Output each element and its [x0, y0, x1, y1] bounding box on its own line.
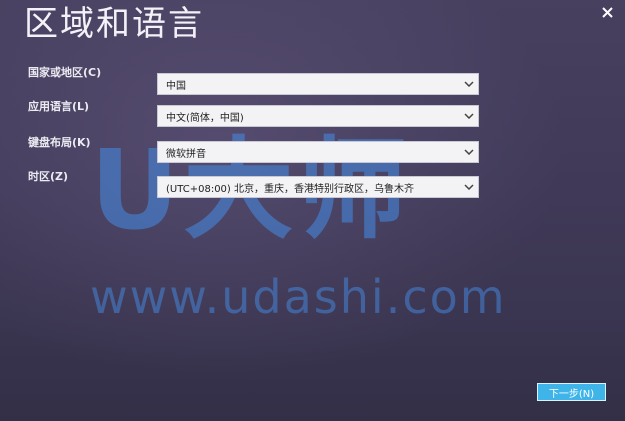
timezone-select[interactable]: (UTC+08:00) 北京，重庆，香港特别行政区，乌鲁木齐	[157, 176, 479, 198]
close-icon	[601, 6, 613, 18]
next-button[interactable]: 下一步(N)	[537, 383, 606, 401]
timezone-label: 时区(Z)	[28, 170, 69, 183]
country-select[interactable]: 中国	[157, 73, 479, 95]
keyboard-select[interactable]: 微软拼音	[157, 141, 479, 163]
app-language-label: 应用语言(L)	[28, 100, 90, 113]
keyboard-label: 键盘布局(K)	[28, 136, 91, 149]
app-language-value: 中文(简体，中国)	[166, 112, 244, 124]
timezone-value: (UTC+08:00) 北京，重庆，香港特别行政区，乌鲁木齐	[166, 183, 415, 195]
watermark-url: www.udashi.com	[90, 270, 507, 324]
chevron-down-icon	[460, 149, 478, 155]
app-language-select[interactable]: 中文(简体，中国)	[157, 105, 479, 127]
chevron-down-icon	[460, 113, 478, 119]
keyboard-value: 微软拼音	[166, 148, 206, 160]
close-button[interactable]	[599, 4, 615, 20]
chevron-down-icon	[460, 184, 478, 190]
chevron-down-icon	[460, 81, 478, 87]
country-label: 国家或地区(C)	[28, 66, 102, 79]
country-value: 中国	[166, 80, 186, 92]
page-title: 区域和语言	[24, 4, 204, 44]
